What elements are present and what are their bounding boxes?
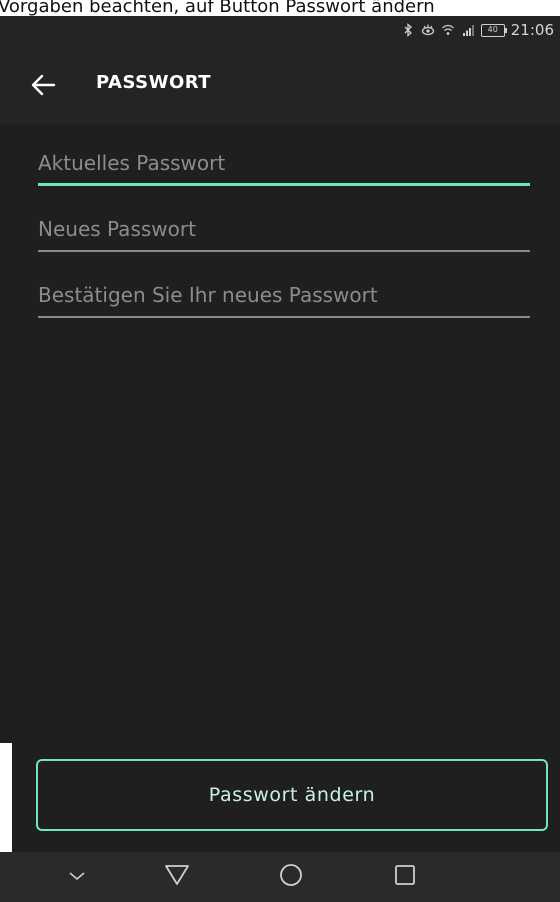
- current-password-input[interactable]: [38, 146, 530, 180]
- new-password-underline: [38, 250, 530, 252]
- edge-strip: [0, 743, 12, 863]
- system-nav-bar: [0, 852, 560, 902]
- nav-home-button[interactable]: [276, 862, 306, 892]
- signal-icon: [461, 23, 475, 37]
- bluetooth-icon: [401, 23, 415, 37]
- new-password-input[interactable]: [38, 212, 530, 246]
- eye-icon: [421, 23, 435, 37]
- confirm-password-field: [38, 278, 530, 318]
- back-button[interactable]: [28, 70, 60, 100]
- app-bar: PASSWORT: [0, 44, 560, 124]
- confirm-password-underline: [38, 316, 530, 318]
- current-password-underline: [38, 183, 530, 186]
- page-title: PASSWORT: [96, 72, 212, 93]
- hide-nav-button[interactable]: [62, 862, 92, 892]
- arrow-left-icon: [28, 74, 60, 104]
- status-time: 21:06: [510, 21, 554, 39]
- triangle-back-icon: [164, 863, 190, 891]
- nav-back-button[interactable]: [162, 862, 192, 892]
- current-password-field: [38, 146, 530, 186]
- circle-home-icon: [278, 862, 304, 892]
- status-icons: 40 21:06: [401, 20, 554, 40]
- wifi-icon: [441, 23, 455, 37]
- battery-icon: 40: [480, 23, 507, 37]
- chevron-down-icon: [67, 868, 87, 887]
- status-bar: 40 21:06: [0, 16, 560, 44]
- phone-screen: 40 21:06 PASSWORT Passwort ändern: [0, 16, 560, 902]
- square-recents-icon: [393, 863, 417, 891]
- confirm-password-input[interactable]: [38, 278, 530, 312]
- change-password-button[interactable]: Passwort ändern: [36, 759, 548, 831]
- nav-recents-button[interactable]: [390, 862, 420, 892]
- new-password-field: [38, 212, 530, 252]
